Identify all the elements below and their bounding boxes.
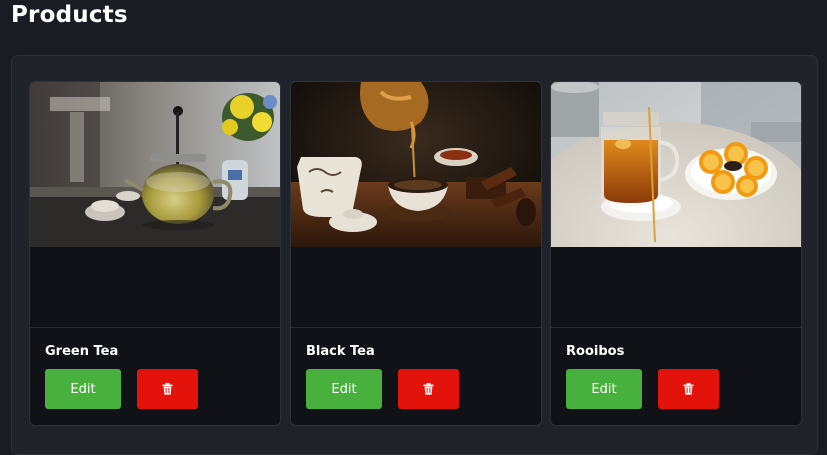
card-divider xyxy=(30,327,280,328)
products-panel: Green Tea Edit Black Tea Edit Rooibos Ed… xyxy=(11,55,818,455)
product-card-black-tea: Black Tea Edit xyxy=(290,81,542,426)
product-card-rooibos: Rooibos Edit xyxy=(550,81,802,426)
product-image-black-tea xyxy=(291,82,541,247)
card-divider xyxy=(551,327,801,328)
product-name: Green Tea xyxy=(45,344,119,359)
product-image-green-tea xyxy=(30,82,280,247)
trash-icon xyxy=(162,380,173,399)
edit-button[interactable]: Edit xyxy=(306,369,382,409)
delete-button[interactable] xyxy=(398,369,459,409)
product-name: Rooibos xyxy=(566,344,625,359)
product-card-green-tea: Green Tea Edit xyxy=(29,81,281,426)
delete-button[interactable] xyxy=(658,369,719,409)
card-divider xyxy=(291,327,541,328)
trash-icon xyxy=(423,380,434,399)
product-name: Black Tea xyxy=(306,344,375,359)
trash-icon xyxy=(683,380,694,399)
delete-button[interactable] xyxy=(137,369,198,409)
edit-button[interactable]: Edit xyxy=(566,369,642,409)
product-image-rooibos xyxy=(551,82,801,247)
page-title: Products xyxy=(11,2,128,28)
edit-button[interactable]: Edit xyxy=(45,369,121,409)
